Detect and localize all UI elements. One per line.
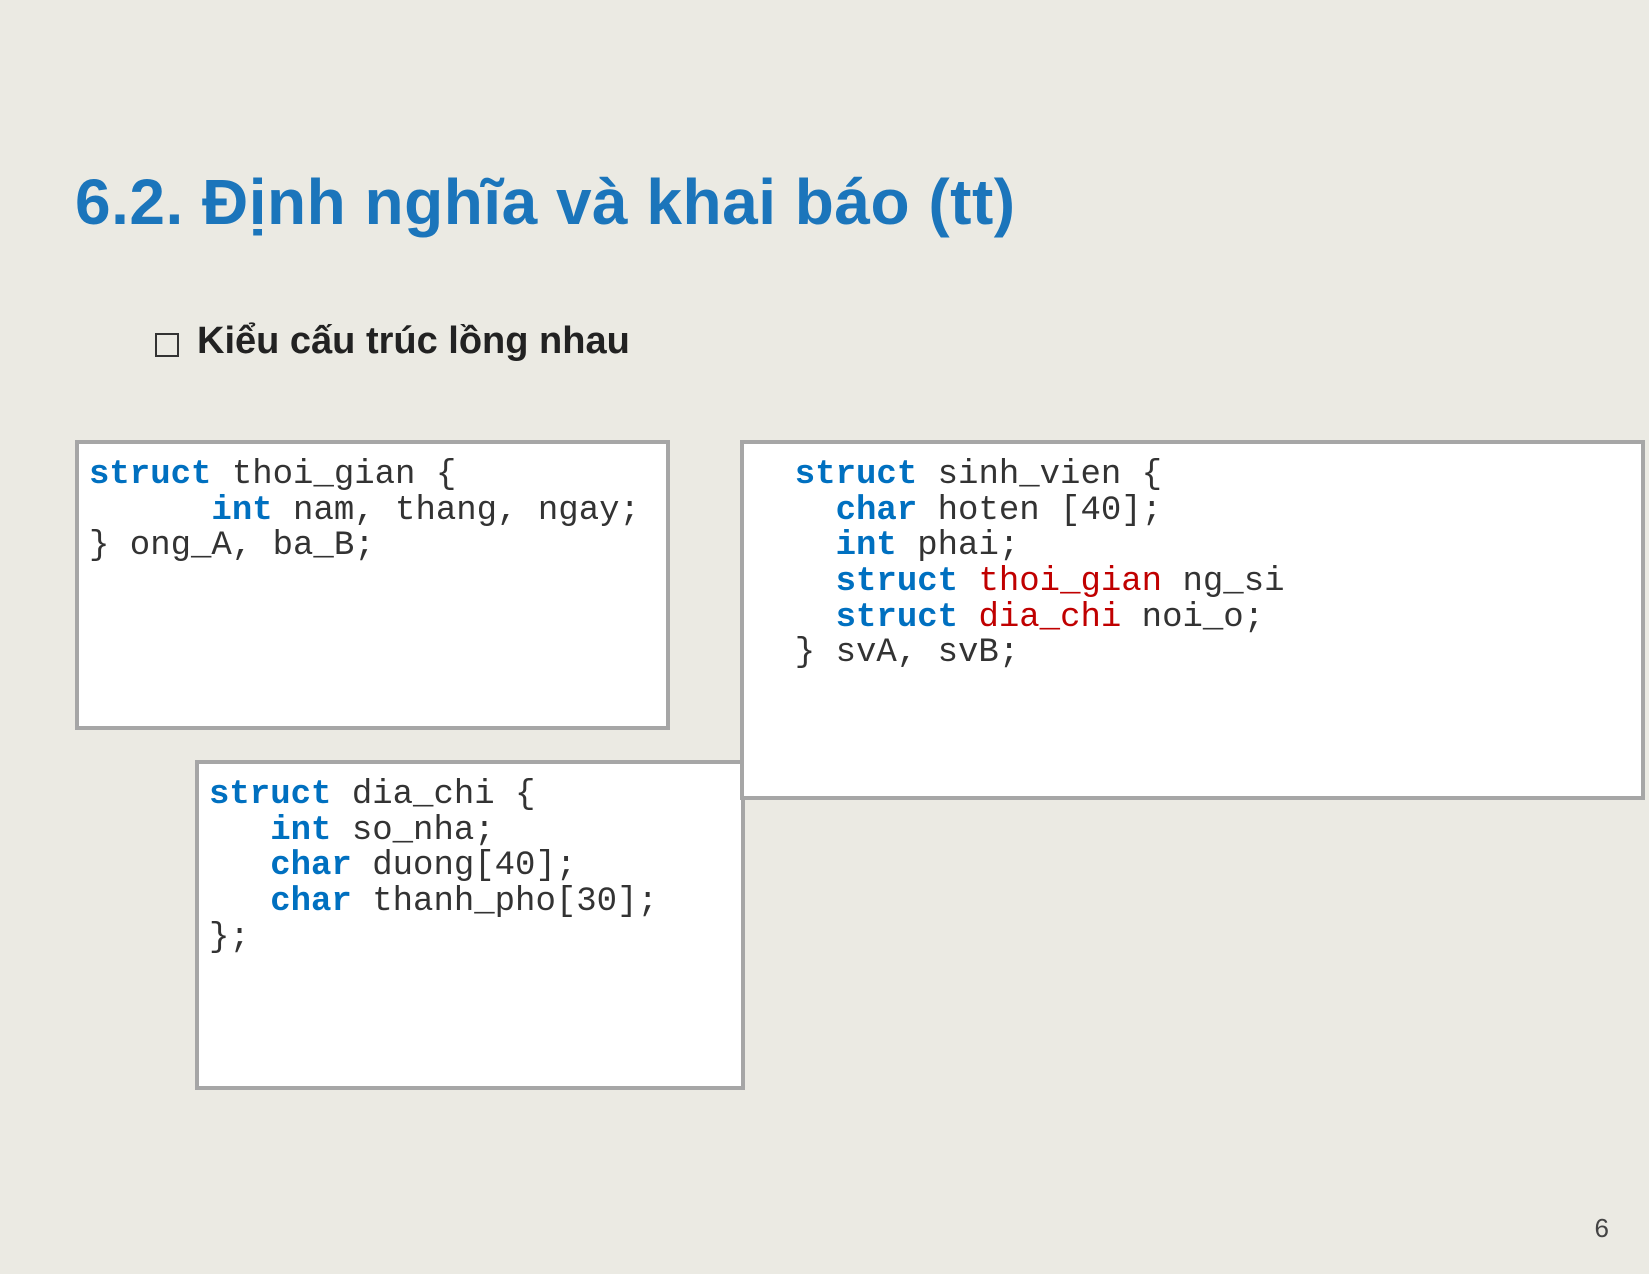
type-dia-chi: dia_chi [958,599,1121,637]
kw-char: char [209,883,352,921]
slide: 6.2. Định nghĩa và khai báo (tt) Kiểu cấ… [0,0,1649,1274]
bullet-square-icon [155,333,179,357]
kw-struct: struct [89,456,211,494]
kw-struct: struct [754,563,958,601]
code-text: hoten [40]; [917,492,1162,530]
code-text: phai; [897,527,1019,565]
code-block-dia-chi: struct dia_chi { int so_nha; char duong[… [195,760,745,1090]
kw-int: int [754,527,897,565]
code-text: sinh_vien { [917,456,1162,494]
code-text: thoi_gian { [211,456,456,494]
code-text: nam, thang, ngay; [273,492,640,530]
kw-char: char [754,492,917,530]
slide-subtitle: Kiểu cấu trúc lồng nhau [197,320,630,363]
type-thoi-gian: thoi_gian [958,563,1162,601]
page-number: 6 [1595,1213,1609,1244]
kw-char: char [209,847,352,885]
kw-struct: struct [754,456,917,494]
code-text: thanh_pho[30]; [352,883,658,921]
kw-int: int [89,492,273,530]
code-block-thoi-gian: struct thoi_gian { int nam, thang, ngay;… [75,440,670,730]
code-text: } ong_A, ba_B; [89,527,375,565]
code-text: } svA, svB; [754,634,1019,672]
code-text: noi_o; [1121,599,1264,637]
slide-title: 6.2. Định nghĩa và khai báo (tt) [75,165,1016,239]
code-block-sinh-vien: struct sinh_vien { char hoten [40]; int … [740,440,1645,800]
code-text: ng_si [1162,563,1284,601]
code-text: }; [209,919,250,957]
code-text: so_nha; [331,812,494,850]
kw-struct: struct [754,599,958,637]
subtitle-row: Kiểu cấu trúc lồng nhau [155,320,630,363]
code-text: dia_chi { [331,776,535,814]
kw-int: int [209,812,331,850]
code-text: duong[40]; [352,847,576,885]
kw-struct: struct [209,776,331,814]
